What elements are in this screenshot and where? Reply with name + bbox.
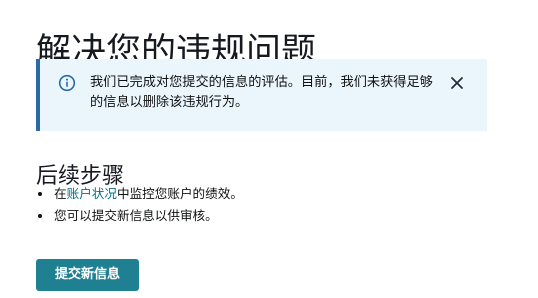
next-steps-list: 在账户状况中监控您账户的绩效。 您可以提交新信息以供审核。 <box>36 184 243 228</box>
list-item: 您可以提交新信息以供审核。 <box>36 206 243 228</box>
bullet-icon <box>38 192 42 196</box>
info-circle-icon <box>58 74 76 92</box>
submit-new-info-button[interactable]: 提交新信息 <box>36 259 139 291</box>
alert-message: 我们已完成对您提交的信息的评估。目前，我们未获得足够的信息以删除该违规行为。 <box>90 75 433 110</box>
step-prefix: 在 <box>54 186 67 201</box>
step-suffix: 中监控您账户的绩效。 <box>116 186 243 201</box>
page: 解决您的违规问题 我们已完成对您提交的信息的评估。目前，我们未获得足够的信息以删… <box>0 0 538 298</box>
alert-accent-bar <box>36 59 40 131</box>
close-icon[interactable] <box>450 76 464 90</box>
list-item: 在账户状况中监控您账户的绩效。 <box>36 184 243 206</box>
account-health-link[interactable]: 账户状况 <box>67 186 117 201</box>
info-alert: 我们已完成对您提交的信息的评估。目前，我们未获得足够的信息以删除该违规行为。 <box>36 59 487 131</box>
bullet-icon <box>38 214 42 218</box>
step-text: 您可以提交新信息以供审核。 <box>54 208 218 223</box>
